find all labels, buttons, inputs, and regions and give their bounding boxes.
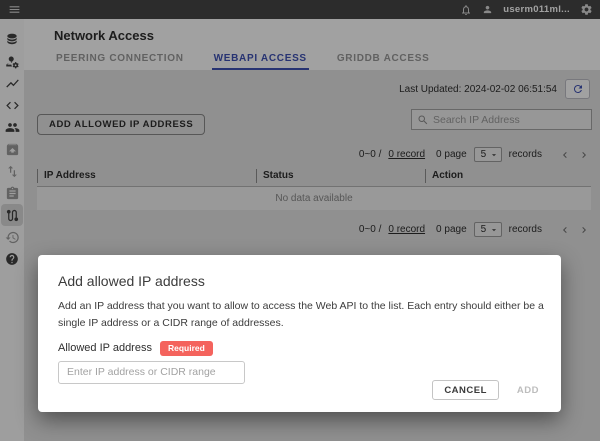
modal-description: Add an IP address that you want to allow… — [58, 298, 546, 333]
allowed-ip-input[interactable] — [58, 361, 245, 384]
modal-title: Add allowed IP address — [58, 273, 541, 289]
add-ip-modal: Add allowed IP address Add an IP address… — [38, 255, 561, 412]
allowed-ip-label: Allowed IP address — [58, 342, 152, 354]
app-window: userm011ml... — [0, 0, 600, 441]
allowed-ip-field-row: Allowed IP address Required — [58, 341, 541, 356]
add-button-disabled[interactable]: ADD — [513, 385, 543, 396]
required-badge: Required — [160, 341, 213, 356]
modal-footer: CANCEL ADD — [432, 380, 543, 400]
cancel-button[interactable]: CANCEL — [432, 380, 499, 400]
